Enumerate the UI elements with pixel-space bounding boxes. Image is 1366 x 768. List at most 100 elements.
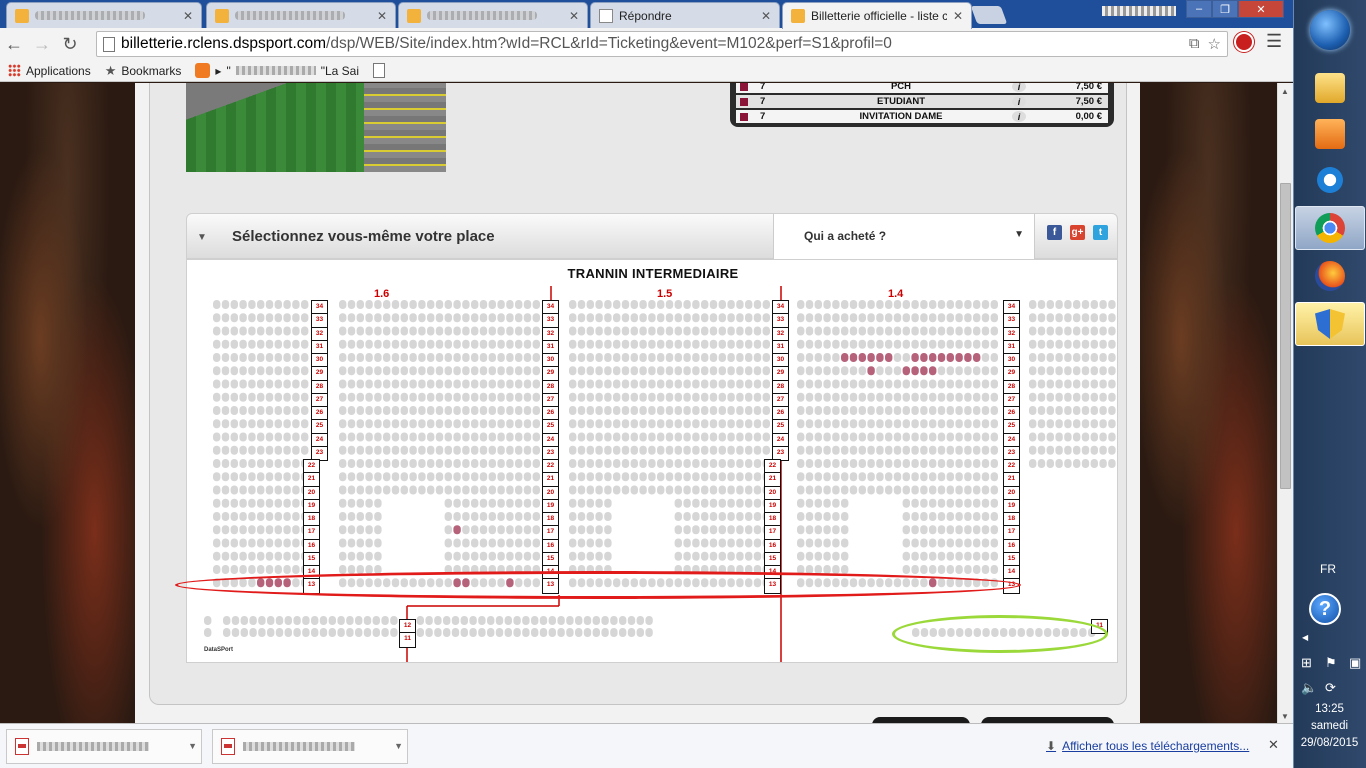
seat-available[interactable] [267,616,275,625]
seat-available[interactable] [937,472,946,482]
seat-available[interactable] [858,339,866,349]
seat-available[interactable] [532,379,540,389]
seat-available[interactable] [973,459,981,468]
seat-available[interactable] [1081,353,1090,362]
seat-available[interactable] [265,366,274,376]
seat-available[interactable] [265,459,274,468]
seat-available[interactable] [1064,313,1072,323]
seat-available[interactable] [292,300,300,309]
seat-available[interactable] [577,551,586,561]
seat-available[interactable] [753,485,762,495]
seat-available[interactable] [471,379,479,389]
seat-available[interactable] [1081,419,1090,429]
seat-available[interactable] [230,538,238,548]
seat-available[interactable] [665,379,674,389]
seat-available[interactable] [902,551,910,561]
collapse-caret-icon[interactable]: ▼ [197,232,207,243]
seat-available[interactable] [876,445,884,455]
seat-available[interactable] [230,366,238,376]
seat-available[interactable] [709,392,718,402]
seat-available[interactable] [911,565,919,574]
seat-available[interactable] [832,485,840,495]
seat-available[interactable] [577,300,586,309]
seat-available[interactable] [1099,459,1107,468]
tab-1[interactable]: ✕ [6,2,202,28]
seat-available[interactable] [1081,406,1090,415]
seat-available[interactable] [981,366,990,376]
seat-available[interactable] [973,512,981,521]
seat-available[interactable] [427,392,435,402]
seat-available[interactable] [823,498,831,508]
seat-available[interactable] [701,551,709,561]
seat-available[interactable] [727,313,735,323]
seat-available[interactable] [946,432,954,442]
seat-available[interactable] [488,538,496,548]
seat-available[interactable] [213,339,221,349]
seat-available[interactable] [718,419,726,429]
seat-available[interactable] [955,419,963,429]
seat-available[interactable] [911,459,919,468]
seat-available[interactable] [657,472,665,482]
seat-available[interactable] [973,472,981,482]
seat-available[interactable] [381,616,389,625]
seat-available[interactable] [213,379,221,389]
seat-available[interactable] [471,313,479,323]
seat-available[interactable] [973,313,981,323]
seat-available[interactable] [497,472,505,482]
seat-available[interactable] [365,538,373,548]
seat-available[interactable] [274,353,282,362]
seat-available[interactable] [929,459,937,468]
seat-available[interactable] [257,326,265,336]
seat-available[interactable] [701,485,709,495]
security-app[interactable] [1295,302,1365,346]
seat-available[interactable] [1064,326,1072,336]
seat-available[interactable] [849,432,858,442]
seat-available[interactable] [365,419,373,429]
seat-available[interactable] [937,300,946,309]
seat-available[interactable] [849,326,858,336]
seat-available[interactable] [478,616,486,625]
seat-available[interactable] [383,472,391,482]
seat-available[interactable] [955,406,963,415]
seat-available[interactable] [902,565,910,574]
seat-available[interactable] [867,379,875,389]
seat-available[interactable] [230,419,238,429]
seat-available[interactable] [929,485,937,495]
seat-available[interactable] [257,313,265,323]
seat-available[interactable] [418,353,426,362]
seat-available[interactable] [418,300,426,309]
seat-available[interactable] [823,538,831,548]
seat-available[interactable] [595,445,603,455]
seat-available[interactable] [427,459,435,468]
seat-available[interactable] [753,353,762,362]
seat-available[interactable] [230,472,238,482]
seat-available[interactable] [328,616,336,625]
seat-available[interactable] [434,616,442,625]
seat-available[interactable] [230,353,238,362]
seat-available[interactable] [495,628,504,637]
seat-available[interactable] [311,628,319,637]
seat-available[interactable] [911,432,919,442]
seat-available[interactable] [1064,353,1072,362]
seat-available[interactable] [832,512,840,521]
seat-available[interactable] [718,485,726,495]
seat-available[interactable] [515,432,523,442]
seat-available[interactable] [409,485,417,495]
seat-available[interactable] [347,538,356,548]
seat-available[interactable] [683,551,691,561]
seat-available[interactable] [920,459,928,468]
seat-available[interactable] [727,366,735,376]
seat-available[interactable] [823,366,831,376]
seat-available[interactable] [683,459,691,468]
seat-available[interactable] [460,616,468,625]
seat-available[interactable] [893,353,902,362]
seat-available[interactable] [283,392,291,402]
seat-available[interactable] [973,485,981,495]
seat-available[interactable] [1090,445,1098,455]
seat-available[interactable] [425,616,433,625]
seat-available[interactable] [239,432,247,442]
seat-available[interactable] [648,313,656,323]
seat-available[interactable] [586,406,594,415]
download-item[interactable]: ▼ [212,729,408,764]
seat-available[interactable] [805,379,814,389]
